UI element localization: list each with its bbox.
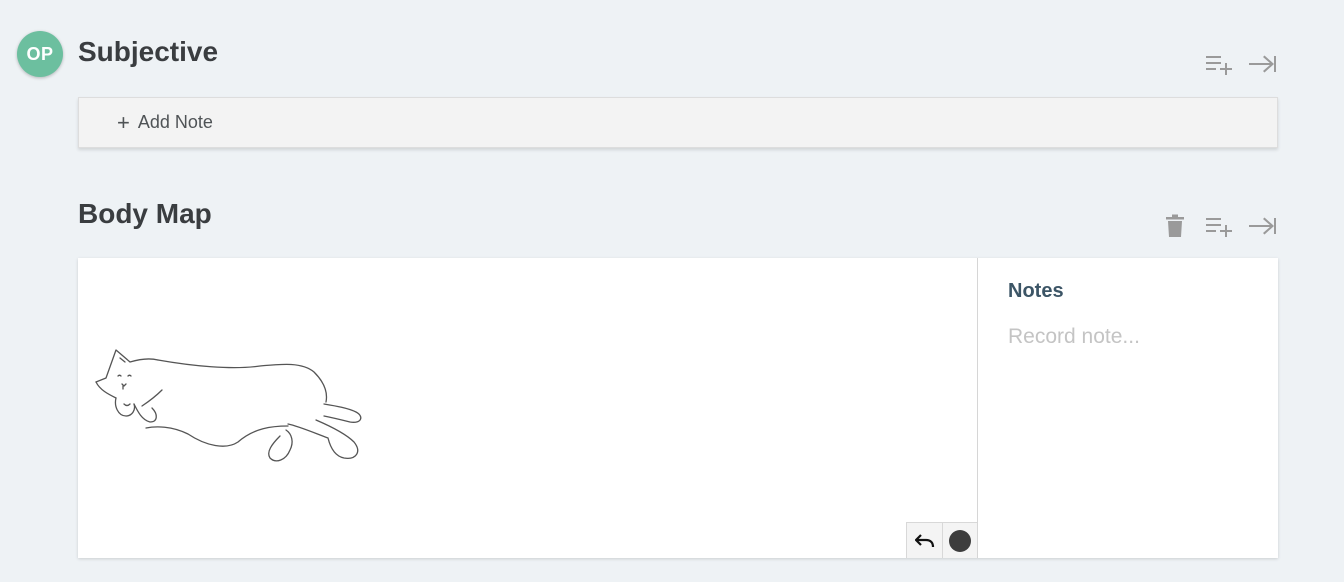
notes-label: Notes <box>1008 280 1064 302</box>
body-map-card: Notes <box>78 258 1278 558</box>
brush-color-button[interactable] <box>942 523 977 558</box>
body-map-section-title: Body Map <box>78 198 212 229</box>
add-list-icon[interactable] <box>1204 49 1234 79</box>
undo-icon <box>914 533 934 547</box>
collapse-right-icon[interactable] <box>1248 211 1278 241</box>
canvas-controls <box>906 522 977 558</box>
add-list-icon[interactable] <box>1204 211 1234 241</box>
plus-icon: + <box>117 109 130 135</box>
undo-button[interactable] <box>907 523 942 558</box>
add-note-label: Add Note <box>137 112 213 132</box>
subjective-section-title: Subjective <box>78 36 219 67</box>
trash-icon[interactable] <box>1160 211 1190 241</box>
body-map-toolbar <box>1160 211 1278 241</box>
add-note-bar: + Add Note <box>78 97 1278 148</box>
drawing-canvas[interactable] <box>78 258 978 558</box>
collapse-right-icon[interactable] <box>1248 49 1278 79</box>
cat-drawing <box>95 349 362 462</box>
notes-panel: Notes <box>978 258 1278 558</box>
subjective-toolbar <box>1204 49 1278 79</box>
add-note-button[interactable]: + Add Note <box>117 109 213 135</box>
avatar: OP <box>17 31 63 77</box>
notes-input[interactable] <box>1008 325 1248 349</box>
color-swatch <box>949 529 971 552</box>
